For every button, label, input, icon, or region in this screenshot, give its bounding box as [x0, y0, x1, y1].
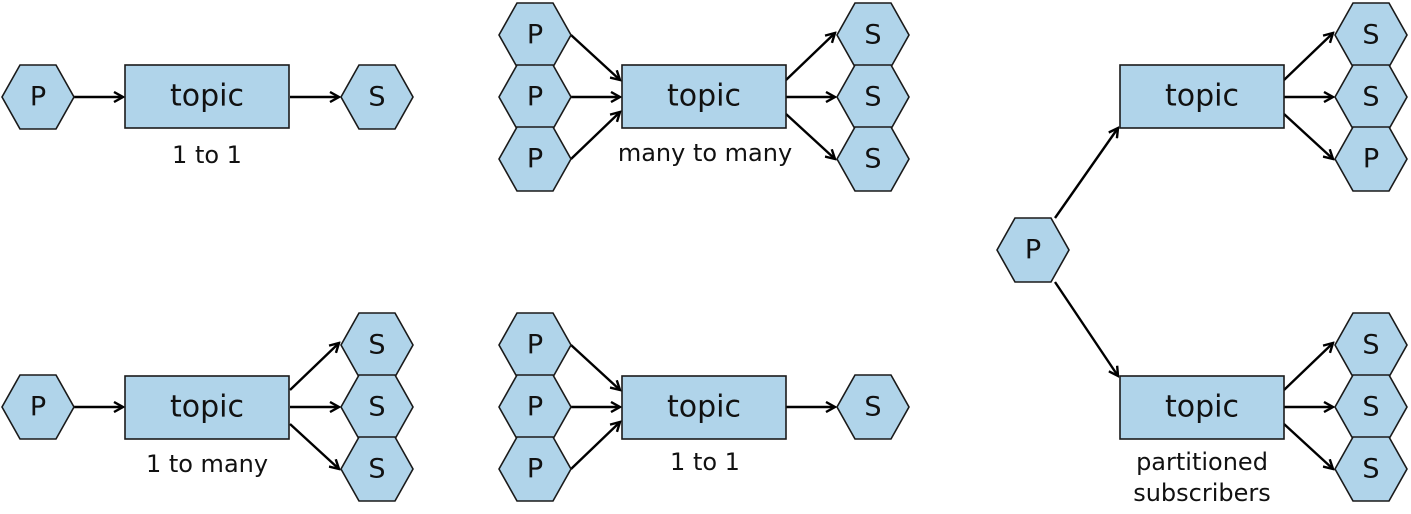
publisher-node: P — [1, 374, 75, 440]
publisher-label: P — [527, 82, 543, 113]
subscriber-label: S — [1362, 20, 1379, 51]
subscriber-label: S — [864, 82, 881, 113]
publisher-node: P — [498, 436, 572, 502]
topic-label: topic — [170, 390, 244, 425]
subscriber-node: S — [1334, 312, 1408, 378]
subscriber-node: S — [340, 436, 414, 502]
arrow — [1283, 33, 1333, 81]
subscriber-label: S — [1362, 330, 1379, 361]
arrow — [1054, 281, 1118, 376]
arrow — [1283, 113, 1333, 159]
topic-label: topic — [170, 79, 244, 114]
subscriber-node: S — [836, 374, 910, 440]
publisher-node: P — [1334, 126, 1408, 192]
subscriber-label: S — [368, 392, 385, 423]
publisher-label: P — [527, 20, 543, 51]
arrow — [570, 34, 620, 80]
topic-node: topic — [1119, 375, 1285, 440]
subscriber-node: S — [340, 374, 414, 440]
subscriber-label: S — [864, 392, 881, 423]
publisher-label: P — [1363, 144, 1379, 175]
arrow — [289, 423, 339, 469]
subscriber-node: S — [1334, 436, 1408, 502]
publisher-node: P — [498, 64, 572, 130]
caption-many-to-one: 1 to 1 — [670, 448, 740, 476]
publisher-node: P — [498, 2, 572, 68]
publisher-label: P — [527, 392, 543, 423]
publisher-label: P — [30, 392, 46, 423]
publisher-label: P — [1025, 235, 1041, 266]
publisher-label: P — [30, 82, 46, 113]
subscriber-label: S — [1362, 454, 1379, 485]
arrow — [289, 343, 339, 391]
subscriber-label: S — [368, 82, 385, 113]
caption-many-to-many: many to many — [618, 139, 792, 167]
arrow — [570, 422, 620, 470]
arrow — [570, 112, 620, 160]
caption-one-to-many: 1 to many — [146, 450, 268, 478]
publisher-node: P — [996, 217, 1070, 283]
publisher-node: P — [498, 374, 572, 440]
subscriber-node: S — [836, 126, 910, 192]
publisher-label: P — [527, 144, 543, 175]
subscriber-label: S — [368, 330, 385, 361]
caption-one-to-one: 1 to 1 — [172, 141, 242, 169]
subscriber-node: S — [836, 64, 910, 130]
subscriber-label: S — [368, 454, 385, 485]
arrow — [1283, 423, 1333, 469]
arrow — [570, 344, 620, 390]
topic-label: topic — [667, 79, 741, 114]
subscriber-node: S — [1334, 2, 1408, 68]
subscriber-label: S — [864, 144, 881, 175]
arrow — [785, 33, 835, 81]
publisher-label: P — [527, 454, 543, 485]
pubsub-diagram: Ptopic SP topicSSSPPPtopicSSSPPPtopic SPtop… — [1, 2, 1408, 507]
topic-node: topic — [124, 64, 290, 129]
topic-node: topic — [621, 375, 787, 440]
subscriber-node: S — [340, 64, 414, 130]
subscriber-node: S — [340, 312, 414, 378]
topic-label: topic — [1165, 79, 1239, 114]
subscriber-node: S — [1334, 374, 1408, 440]
subscriber-node: S — [836, 2, 910, 68]
publisher-node: P — [498, 126, 572, 192]
arrow — [1054, 128, 1118, 219]
topic-node: topic — [124, 375, 290, 440]
topic-node: topic — [1119, 64, 1285, 129]
arrow — [785, 113, 835, 159]
publisher-label: P — [527, 330, 543, 361]
topic-node: topic — [621, 64, 787, 129]
publisher-node: P — [1, 64, 75, 130]
publisher-node: P — [498, 312, 572, 378]
topic-label: topic — [667, 390, 741, 425]
topic-label: topic — [1165, 390, 1239, 425]
caption-partitioned-line2: subscribers — [1133, 479, 1271, 507]
subscriber-label: S — [1362, 392, 1379, 423]
subscriber-node: S — [1334, 64, 1408, 130]
arrow — [1283, 343, 1333, 391]
caption-partitioned-line1: partitioned — [1136, 448, 1268, 476]
subscriber-label: S — [1362, 82, 1379, 113]
subscriber-label: S — [864, 20, 881, 51]
